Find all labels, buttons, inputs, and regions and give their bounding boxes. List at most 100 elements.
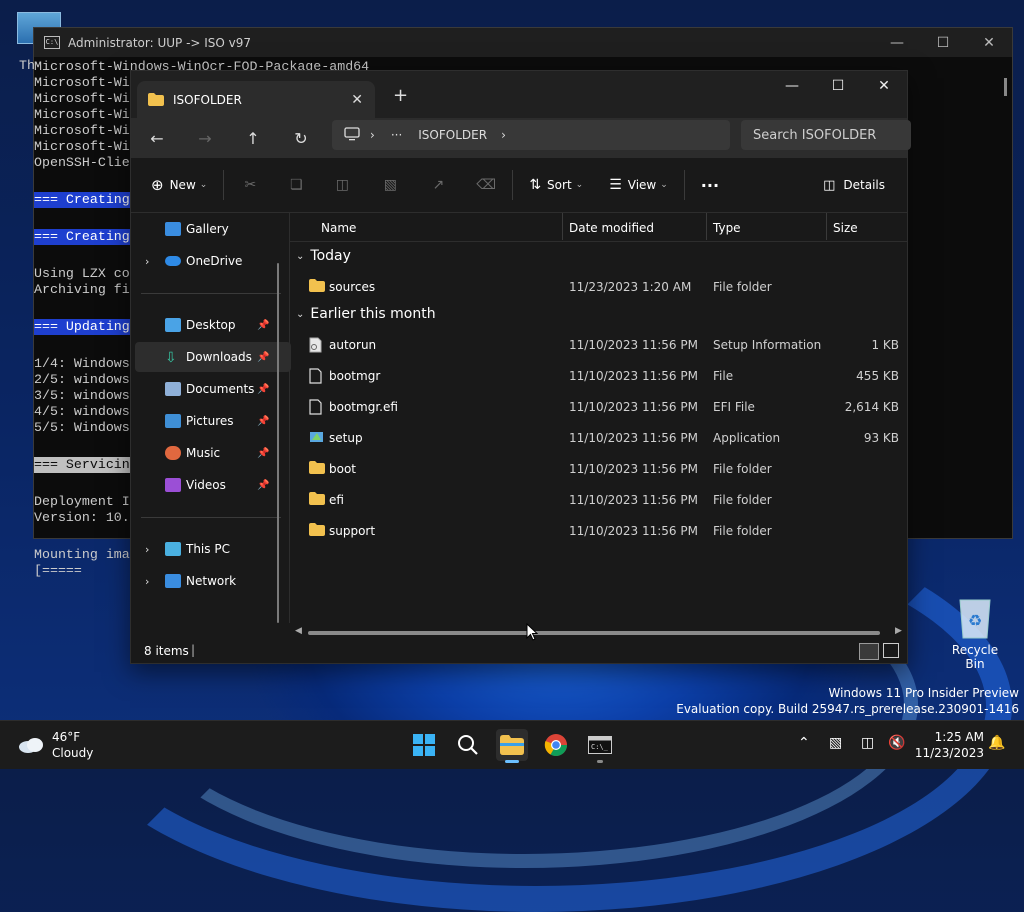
group-header-today[interactable]: ⌄ Today: [296, 248, 351, 264]
close-icon[interactable]: ✕: [861, 71, 907, 101]
gallery-icon: [165, 222, 181, 236]
file-row[interactable]: sources 11/23/2023 1:20 AM File folder: [290, 271, 907, 302]
sidebar-scrollbar[interactable]: [277, 263, 279, 623]
sidebar-item-pictures[interactable]: Pictures 📌: [135, 406, 291, 436]
address-more-button[interactable]: ···: [391, 128, 402, 142]
pin-icon[interactable]: 📌: [257, 416, 269, 427]
console-line: Microsoft-Wi: [34, 75, 130, 90]
file-row[interactable]: support 11/10/2023 11:56 PM File folder: [290, 515, 907, 546]
column-header-date[interactable]: Date modified: [569, 221, 654, 235]
group-header-earlier[interactable]: ⌄ Earlier this month: [296, 306, 436, 322]
delete-icon[interactable]: ⌫: [476, 177, 496, 193]
column-header-name[interactable]: Name: [321, 221, 356, 235]
chevron-up-icon[interactable]: ⌃: [798, 735, 810, 751]
console-line: Microsoft-Wi: [34, 91, 130, 106]
new-button[interactable]: ⊕ New ⌄: [151, 170, 207, 200]
rename-icon[interactable]: ▧: [382, 177, 398, 193]
sidebar-item-label: Pictures: [186, 414, 234, 428]
videos-icon: [165, 478, 181, 492]
file-date: 11/23/2023 1:20 AM: [569, 280, 692, 294]
tab-isofolder[interactable]: ISOFOLDER ✕: [137, 81, 375, 118]
sidebar-item-network[interactable]: › Network: [135, 566, 291, 596]
file-explorer-taskbar-button[interactable]: [496, 729, 528, 763]
scroll-right-icon[interactable]: ▶: [895, 626, 902, 636]
file-explorer-window[interactable]: ISOFOLDER ✕ + — ☐ ✕ ← → ↑ ↻ › ··· ISOFOL…: [130, 70, 911, 664]
file-row[interactable]: bootmgr 11/10/2023 11:56 PM File 455 KB: [290, 360, 907, 391]
network-disconnected-icon[interactable]: ▧: [829, 735, 842, 751]
forward-button[interactable]: →: [193, 126, 217, 150]
column-divider[interactable]: [562, 213, 563, 240]
file-row[interactable]: autorun 11/10/2023 11:56 PM Setup Informat…: [290, 329, 907, 360]
pin-icon[interactable]: 📌: [257, 352, 269, 363]
display-icon[interactable]: ◫: [861, 735, 874, 751]
view-button[interactable]: ☰ View ⌄: [609, 170, 668, 200]
navigation-pane: Gallery › OneDrive Desktop 📌 ⇩ Downloads…: [131, 213, 291, 633]
pin-icon[interactable]: 📌: [257, 384, 269, 395]
breadcrumb-isofolder[interactable]: ISOFOLDER: [418, 128, 487, 142]
column-divider[interactable]: [826, 213, 827, 240]
clock[interactable]: 1:25 AM 11/23/2023: [915, 729, 984, 761]
console-line: Archiving fi: [34, 282, 130, 297]
search-input[interactable]: Search ISOFOLDER: [753, 128, 876, 143]
sidebar-item-music[interactable]: Music 📌: [135, 438, 291, 468]
tiles-view-icon[interactable]: [883, 643, 899, 658]
refresh-button[interactable]: ↻: [289, 126, 313, 150]
share-icon[interactable]: ↗: [430, 177, 446, 193]
paste-icon[interactable]: ◫: [334, 177, 350, 193]
cut-icon[interactable]: ✂: [242, 177, 258, 193]
column-divider[interactable]: [706, 213, 707, 240]
start-button[interactable]: [408, 729, 440, 761]
copy-icon[interactable]: ❏: [288, 177, 304, 193]
address-bar[interactable]: › ··· ISOFOLDER ›: [332, 120, 730, 150]
sidebar-item-documents[interactable]: Documents 📌: [135, 374, 291, 404]
more-options-button[interactable]: ···: [701, 170, 719, 200]
maximize-icon[interactable]: ☐: [815, 71, 861, 101]
file-row[interactable]: boot 11/10/2023 11:56 PM File folder: [290, 453, 907, 484]
recycle-bin[interactable]: ♻ Recycle Bin: [941, 596, 1009, 671]
minimize-icon[interactable]: —: [769, 71, 815, 101]
terminal-taskbar-button[interactable]: C:\_: [584, 729, 616, 763]
details-button[interactable]: ◫ Details: [823, 170, 885, 200]
console-scrollbar[interactable]: [1004, 78, 1007, 96]
details-view-icon[interactable]: [859, 643, 879, 660]
chevron-right-icon[interactable]: ›: [145, 575, 149, 588]
new-label: New: [169, 178, 196, 192]
close-tab-icon[interactable]: ✕: [351, 92, 363, 108]
chrome-taskbar-button[interactable]: [540, 729, 572, 761]
file-row[interactable]: efi 11/10/2023 11:56 PM File folder: [290, 484, 907, 515]
new-tab-button[interactable]: +: [393, 85, 408, 106]
column-header-size[interactable]: Size: [833, 221, 858, 235]
file-type: Application: [713, 431, 781, 445]
file-row[interactable]: bootmgr.efi 11/10/2023 11:56 PM EFI File 2,…: [290, 391, 907, 422]
sidebar-item-videos[interactable]: Videos 📌: [135, 470, 291, 500]
volume-muted-icon[interactable]: 🔇: [888, 735, 905, 751]
pin-icon[interactable]: 📌: [257, 320, 269, 331]
weather-widget[interactable]: 46°F Cloudy: [18, 729, 93, 761]
chrome-icon: [544, 734, 567, 756]
close-icon[interactable]: ✕: [966, 35, 1012, 51]
file-row[interactable]: setup 11/10/2023 11:56 PM Application 93 KB: [290, 422, 907, 453]
sidebar-item-downloads[interactable]: ⇩ Downloads 📌: [135, 342, 291, 372]
scroll-left-icon[interactable]: ◀: [295, 626, 302, 636]
console-line: === Servicin: [34, 457, 130, 473]
sidebar-item-onedrive[interactable]: › OneDrive: [135, 246, 291, 276]
sidebar-item-desktop[interactable]: Desktop 📌: [135, 310, 291, 340]
sidebar-item-gallery[interactable]: Gallery: [135, 214, 291, 244]
pin-icon[interactable]: 📌: [257, 480, 269, 491]
chevron-right-icon[interactable]: ›: [145, 255, 149, 268]
pin-icon[interactable]: 📌: [257, 448, 269, 459]
sort-button[interactable]: ⇅ Sort ⌄: [529, 170, 583, 200]
search-button[interactable]: [452, 729, 484, 761]
horizontal-scrollbar[interactable]: [308, 631, 880, 635]
minimize-icon[interactable]: —: [874, 35, 920, 51]
search-box[interactable]: Search ISOFOLDER: [741, 120, 911, 150]
back-button[interactable]: ←: [145, 126, 169, 150]
notification-bell-icon[interactable]: 🔔: [988, 735, 1005, 751]
chevron-right-icon[interactable]: ›: [145, 543, 149, 556]
maximize-icon[interactable]: ☐: [920, 35, 966, 51]
console-titlebar[interactable]: C:\ Administrator: UUP -> ISO v97 — ☐ ✕: [34, 28, 1012, 57]
up-button[interactable]: ↑: [241, 126, 265, 150]
file-type: EFI File: [713, 400, 755, 414]
sidebar-item-thispc[interactable]: › This PC: [135, 534, 291, 564]
column-header-type[interactable]: Type: [713, 221, 741, 235]
